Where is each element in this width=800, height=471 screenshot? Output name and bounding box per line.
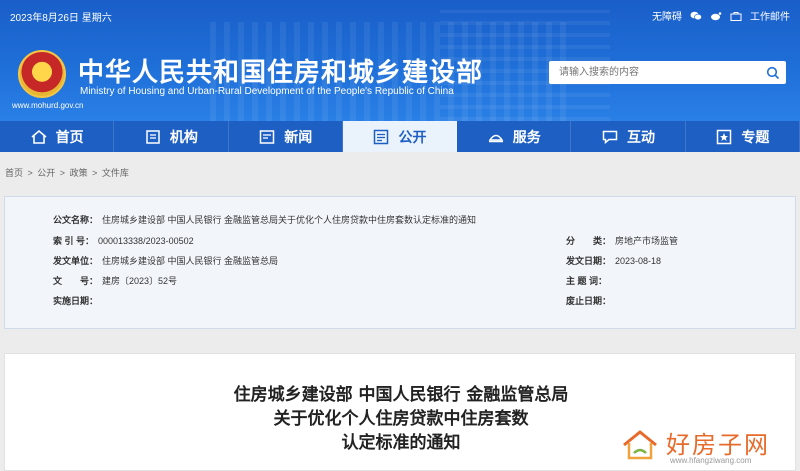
nav-label: 首页 [55, 128, 84, 145]
current-date: 2023年8月26日 星期六 [10, 13, 112, 24]
meta-label: 发文日期： [566, 256, 612, 266]
meta-value: 建房〔2023〕52号 [102, 276, 178, 286]
nav-item-home[interactable]: 首页 [0, 121, 115, 152]
meta-value: 房地产市场监管 [615, 236, 679, 246]
home-icon [31, 129, 47, 144]
breadcrumb-separator: > [25, 168, 36, 178]
main-navigation: 首页 机构 新闻 公开 服务 互动 专题 [0, 121, 800, 152]
public-icon [374, 129, 389, 144]
meta-issue-date: 发文日期： 2023-08-18 [566, 254, 661, 267]
nav-label: 服务 [512, 128, 541, 145]
breadcrumb-separator: > [57, 168, 68, 178]
nav-label: 机构 [169, 128, 198, 145]
meta-value: 2023-08-18 [615, 256, 662, 266]
nav-label: 新闻 [284, 128, 313, 145]
site-title: 中华人民共和国住房和城乡建设部 [78, 58, 484, 88]
breadcrumb-separator: > [89, 168, 100, 178]
topic-icon [717, 129, 732, 144]
nav-item-topics[interactable]: 专题 [686, 121, 800, 152]
chat-icon [602, 130, 618, 144]
nav-item-service[interactable]: 服务 [457, 121, 572, 152]
meta-value: 住房城乡建设部 中国人民银行 金融监管总局 [102, 256, 279, 266]
search-icon[interactable] [760, 61, 786, 84]
search-box [549, 61, 786, 84]
meta-label: 文 号： [53, 276, 99, 286]
meta-document-number: 文 号： 建房〔2023〕52号 [53, 274, 177, 287]
document-metadata-card: 公文名称： 住房城乡建设部 中国人民银行 金融监管总局关于优化个人住房贷款中住房套… [4, 196, 796, 329]
meta-document-name: 公文名称： 住房城乡建设部 中国人民银行 金融监管总局关于优化个人住房贷款中住房套… [53, 213, 476, 226]
nav-item-news[interactable]: 新闻 [229, 121, 343, 152]
news-icon [259, 129, 275, 144]
site-subtitle: Ministry of Housing and Urban-Rural Deve… [80, 86, 454, 97]
nav-item-public[interactable]: 公开 [342, 121, 458, 152]
nav-item-organization[interactable]: 机构 [114, 121, 229, 152]
meta-issuer: 发文单位： 住房城乡建设部 中国人民银行 金融监管总局 [53, 254, 278, 267]
meta-label: 发文单位： [53, 256, 99, 266]
house-logo-icon [623, 430, 657, 460]
nav-label: 互动 [627, 128, 656, 145]
portal-icon [730, 11, 742, 21]
nav-label: 专题 [741, 128, 770, 145]
nav-label: 公开 [398, 128, 427, 145]
breadcrumb: 首页 > 公开 > 政策 > 文件库 [5, 166, 131, 179]
watermark-url: www.hfangziwang.com [670, 456, 752, 465]
watermark: 好房子网 www.hfangziwang.com [620, 425, 790, 469]
meta-label: 公文名称： [53, 215, 99, 225]
accessibility-link[interactable]: 无障碍 [652, 8, 682, 23]
breadcrumb-public[interactable]: 公开 [37, 168, 55, 178]
search-input[interactable] [549, 61, 760, 84]
wechat-icon[interactable] [690, 11, 702, 21]
weibo-icon[interactable] [710, 11, 722, 21]
breadcrumb-file-library[interactable]: 文件库 [102, 168, 129, 178]
article-title-line-1: 住房城乡建设部 中国人民银行 金融监管总局 [233, 385, 569, 405]
meta-index-number: 索 引 号： 000013338/2023-00502 [53, 234, 194, 247]
service-icon [488, 134, 504, 142]
meta-subject: 主 题 词： [566, 274, 611, 287]
national-emblem-logo [18, 50, 66, 98]
work-portal-link[interactable]: 工作邮件 [750, 8, 790, 23]
breadcrumb-policy[interactable]: 政策 [70, 168, 88, 178]
site-url: www.mohurd.gov.cn [12, 101, 84, 110]
meta-label: 分 类： [566, 236, 612, 246]
meta-value: 住房城乡建设部 中国人民银行 金融监管总局关于优化个人住房贷款中住房套数认定标准… [102, 215, 477, 225]
nav-item-interaction[interactable]: 互动 [571, 121, 686, 152]
meta-expire-date: 废止日期： [566, 294, 615, 307]
meta-value: 000013338/2023-00502 [98, 236, 194, 246]
meta-label: 索 引 号： [53, 236, 95, 246]
breadcrumb-home[interactable]: 首页 [5, 168, 23, 178]
meta-effective-date: 实施日期： [53, 294, 102, 307]
top-utility-links: 无障碍 工作邮件 [652, 8, 790, 23]
building-icon [146, 129, 160, 144]
meta-label: 主 题 词： [566, 276, 608, 286]
meta-label: 实施日期： [53, 296, 99, 306]
site-header: 2023年8月26日 星期六 无障碍 工作邮件 中华人民共和国住房和城乡建设部 … [0, 0, 800, 121]
meta-label: 废止日期： [566, 296, 612, 306]
watermark-text: 好房子网 [666, 431, 770, 459]
meta-category: 分 类： 房地产市场监管 [566, 234, 678, 247]
